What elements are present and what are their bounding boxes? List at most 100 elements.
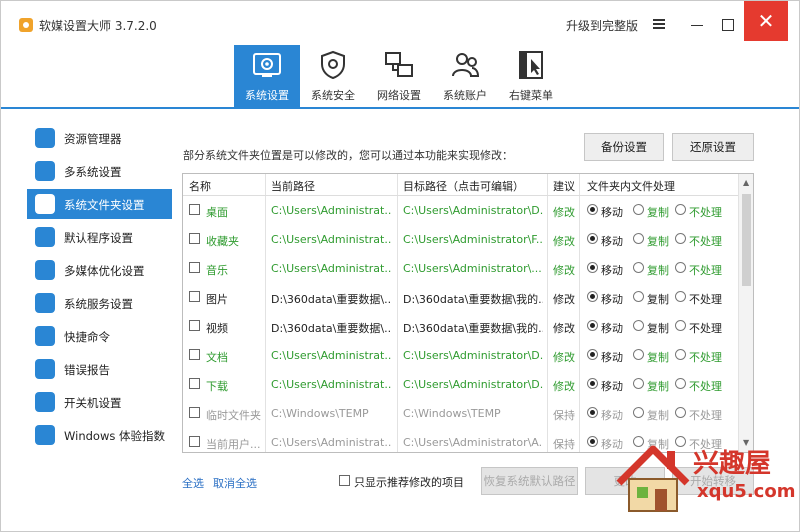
handling-radio[interactable] xyxy=(587,349,598,360)
handling-radio[interactable] xyxy=(633,291,644,302)
tab-system-settings[interactable]: 系统设置 xyxy=(234,45,300,107)
column-header-name[interactable]: 名称 xyxy=(189,178,211,194)
row-checkbox[interactable] xyxy=(189,262,200,273)
restore-default-path-button[interactable]: 恢复系统默认路径 xyxy=(481,467,578,495)
vertical-scrollbar[interactable]: ▲ ▼ xyxy=(738,174,753,452)
sidebar-item-experience-index[interactable]: Windows 体验指数 xyxy=(27,420,172,450)
users-icon xyxy=(452,53,480,77)
close-button[interactable]: ✕ xyxy=(744,1,788,41)
backup-button[interactable]: 备份设置 xyxy=(584,133,664,161)
explorer-icon xyxy=(35,128,55,148)
handling-radio[interactable] xyxy=(633,320,644,331)
handling-radio[interactable] xyxy=(587,378,598,389)
default-program-icon xyxy=(35,227,55,247)
handling-radio[interactable] xyxy=(587,436,598,447)
tab-network-settings[interactable]: 网络设置 xyxy=(366,45,432,107)
row-current-path: C:\Users\Administrat... xyxy=(271,349,391,362)
row-target-path[interactable]: D:\360data\重要数据\我的... xyxy=(403,291,543,307)
handling-radio[interactable] xyxy=(675,233,686,244)
menu-icon[interactable] xyxy=(653,19,665,29)
row-advice: 修改 xyxy=(553,206,575,219)
row-checkbox[interactable] xyxy=(189,436,200,447)
handling-radio[interactable] xyxy=(675,378,686,389)
upgrade-link[interactable]: 升级到完整版 xyxy=(566,17,638,34)
handling-radio[interactable] xyxy=(633,262,644,273)
sidebar-item-folder-settings[interactable]: 系统文件夹设置 xyxy=(27,189,172,219)
handling-radio[interactable] xyxy=(587,262,598,273)
table-row[interactable]: 音乐 C:\Users\Administrat... C:\Users\Admini… xyxy=(183,254,738,283)
column-header-target[interactable]: 目标路径（点击可编辑） xyxy=(403,178,524,194)
handling-radio[interactable] xyxy=(587,291,598,302)
row-name: 视频 xyxy=(206,322,228,335)
sidebar-item-multimedia[interactable]: 多媒体优化设置 xyxy=(27,255,172,285)
row-target-path[interactable]: C:\Users\Administrator\A... xyxy=(403,436,543,449)
column-header-advice[interactable]: 建议 xyxy=(553,178,575,194)
row-checkbox[interactable] xyxy=(189,233,200,244)
tab-label: 网络设置 xyxy=(377,89,421,102)
tab-system-security[interactable]: 系统安全 xyxy=(300,45,366,107)
row-target-path[interactable]: C:\Users\Administrator\D... xyxy=(403,349,543,362)
tab-system-accounts[interactable]: 系统账户 xyxy=(432,45,498,107)
sidebar-item-error-report[interactable]: 错误报告 xyxy=(27,354,172,384)
row-target-path[interactable]: C:\Users\Administrator\D... xyxy=(403,378,543,391)
row-checkbox[interactable] xyxy=(189,204,200,215)
row-checkbox[interactable] xyxy=(189,320,200,331)
scroll-thumb[interactable] xyxy=(742,194,751,286)
handling-radio[interactable] xyxy=(675,320,686,331)
row-advice: 保持 xyxy=(553,438,575,451)
select-all-link[interactable]: 全选 xyxy=(182,475,204,491)
sidebar-item-commands[interactable]: 快捷命令 xyxy=(27,321,172,351)
handling-radio[interactable] xyxy=(633,204,644,215)
minimize-button[interactable] xyxy=(682,13,712,37)
row-checkbox[interactable] xyxy=(189,349,200,360)
deselect-all-link[interactable]: 取消全选 xyxy=(213,475,257,491)
table-row[interactable]: 文档 C:\Users\Administrat... C:\Users\Admini… xyxy=(183,341,738,370)
column-header-handling[interactable]: 文件夹内文件处理 xyxy=(587,178,675,194)
table-row[interactable]: 收藏夹 C:\Users\Administrat... C:\Users\Admin… xyxy=(183,225,738,254)
handling-radio[interactable] xyxy=(675,262,686,273)
table-row[interactable]: 临时文件夹 C:\Windows\TEMP C:\Windows\TEMP 保持 移动 复… xyxy=(183,399,738,428)
sidebar-item-default-program[interactable]: 默认程序设置 xyxy=(27,222,172,252)
handling-radio[interactable] xyxy=(587,233,598,244)
row-checkbox[interactable] xyxy=(189,291,200,302)
row-target-path[interactable]: C:\Windows\TEMP xyxy=(403,407,543,420)
handling-radio[interactable] xyxy=(587,204,598,215)
row-target-path[interactable]: C:\Users\Administrator\F... xyxy=(403,233,543,246)
row-current-path: C:\Windows\TEMP xyxy=(271,407,369,420)
handling-radio[interactable] xyxy=(587,320,598,331)
handling-radio[interactable] xyxy=(633,233,644,244)
restore-button[interactable]: 还原设置 xyxy=(672,133,754,161)
row-checkbox[interactable] xyxy=(189,378,200,389)
row-name: 文档 xyxy=(206,351,228,364)
column-header-current[interactable]: 当前路径 xyxy=(271,178,315,194)
row-target-path[interactable]: C:\Users\Administrator\D... xyxy=(403,204,543,217)
hint-text: 部分系统文件夹位置是可以修改的，您可以通过本功能来实现修改： xyxy=(183,149,513,162)
table-row[interactable]: 图片 D:\360data\重要数据\... D:\360data\重要数据\我的.… xyxy=(183,283,738,312)
row-target-path[interactable]: C:\Users\Administrator\... xyxy=(403,262,543,275)
scroll-up-icon[interactable]: ▲ xyxy=(743,178,749,187)
handling-radio[interactable] xyxy=(633,349,644,360)
only-recommended-checkbox[interactable] xyxy=(339,475,350,486)
tab-context-menu[interactable]: 右键菜单 xyxy=(498,45,564,107)
handling-option-label: 复制 xyxy=(647,351,669,364)
row-checkbox[interactable] xyxy=(189,407,200,418)
handling-radio[interactable] xyxy=(633,407,644,418)
sidebar-item-multi-system[interactable]: 多系统设置 xyxy=(27,156,172,186)
sidebar-item-services[interactable]: 系统服务设置 xyxy=(27,288,172,318)
handling-radio[interactable] xyxy=(675,291,686,302)
maximize-button[interactable] xyxy=(713,13,743,37)
table-row[interactable]: 桌面 C:\Users\Administrat... C:\Users\Admini… xyxy=(183,196,738,225)
handling-radio[interactable] xyxy=(675,349,686,360)
handling-radio[interactable] xyxy=(587,407,598,418)
shield-icon xyxy=(321,50,345,80)
row-target-path[interactable]: D:\360data\重要数据\我的... xyxy=(403,320,543,336)
sidebar-item-explorer[interactable]: 资源管理器 xyxy=(27,123,172,153)
table-row[interactable]: 视频 D:\360data\重要数据\... D:\360data\重要数据\我的.… xyxy=(183,312,738,341)
handling-radio[interactable] xyxy=(633,378,644,389)
handling-radio[interactable] xyxy=(675,407,686,418)
gear-icon xyxy=(253,53,281,77)
table-row[interactable]: 下载 C:\Users\Administrat... C:\Users\Admini… xyxy=(183,370,738,399)
handling-option-label: 移动 xyxy=(601,409,623,422)
handling-radio[interactable] xyxy=(675,204,686,215)
sidebar-item-power[interactable]: 开关机设置 xyxy=(27,387,172,417)
